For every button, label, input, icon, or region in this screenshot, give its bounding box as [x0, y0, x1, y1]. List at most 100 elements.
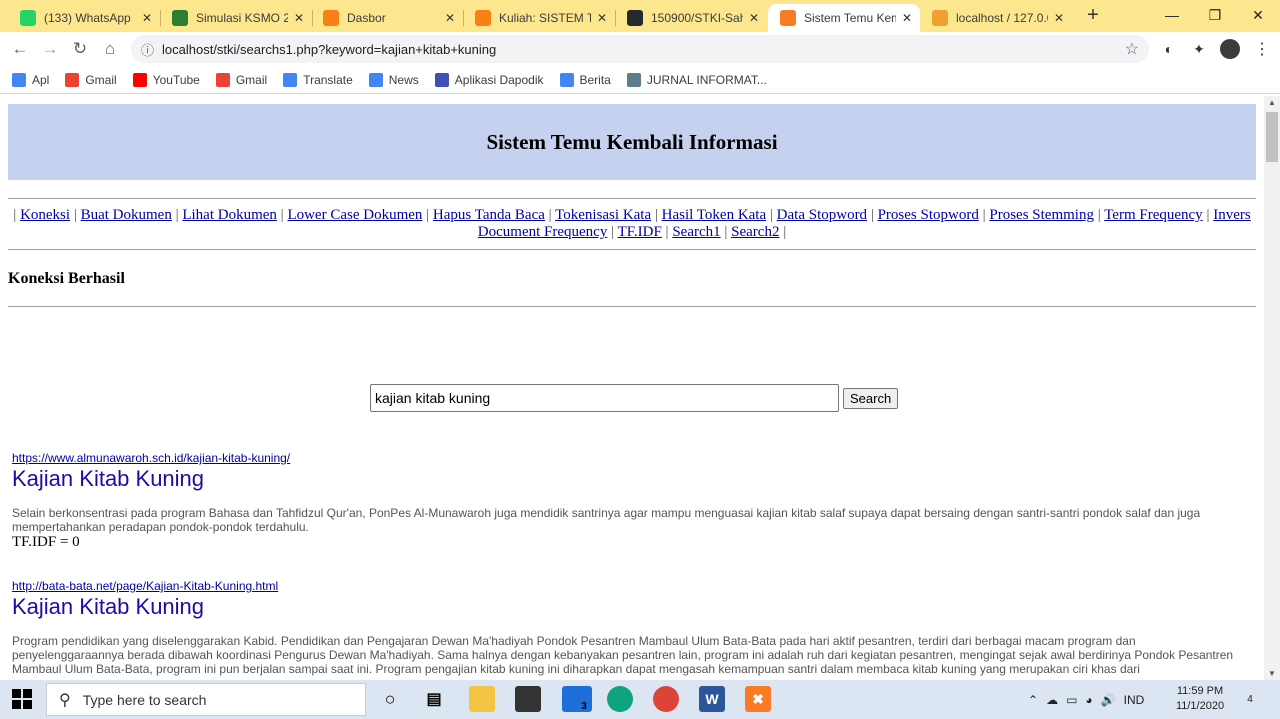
bookmark-label: Berita [579, 72, 611, 87]
task-view-icon[interactable]: ▤ [421, 686, 447, 712]
wifi-icon[interactable]: ◕ [1085, 693, 1092, 707]
bookmark-item[interactable]: Aplikasi Dapodik [434, 72, 544, 87]
nav-link[interactable]: Lower Case Dokumen [287, 207, 422, 223]
nav-link[interactable]: Koneksi [20, 207, 70, 223]
taskbar-clock[interactable]: 11:59 PM 11/1/2020 [1170, 684, 1230, 714]
restore-button[interactable]: ❐ [1201, 4, 1229, 26]
result-url-link[interactable]: http://bata-bata.net/page/Kajian-Kitab-K… [12, 579, 1242, 593]
scrollbar-thumb[interactable] [1266, 112, 1278, 162]
input-language[interactable]: IND [1124, 693, 1145, 707]
result-title: Kajian Kitab Kuning [12, 466, 205, 491]
nav-link[interactable]: Proses Stopword [878, 207, 979, 223]
xampp-icon[interactable]: ✖ [745, 686, 771, 712]
profile-avatar[interactable] [1220, 39, 1240, 59]
tab-title: Sistem Temu Kemb [804, 11, 896, 25]
bookmark-item[interactable]: YouTube [132, 72, 200, 87]
browser-tab[interactable]: (133) WhatsApp ✕ [8, 4, 160, 32]
dark-mode-extension-icon[interactable]: ◐ [1160, 40, 1178, 58]
bookmark-item[interactable]: Apl [12, 72, 49, 87]
close-window-button[interactable]: ✕ [1244, 4, 1272, 26]
address-bar[interactable]: ⓘ localhost/stki/searchs1.php?keyword=ka… [131, 35, 1149, 63]
nav-link[interactable]: Proses Stemming [989, 207, 1094, 223]
page-scrollbar[interactable]: ▲ ▼ [1264, 96, 1280, 680]
close-tab-icon[interactable]: ✕ [445, 11, 455, 25]
bookmark-label: Gmail [85, 72, 117, 87]
cortana-icon[interactable]: ○ [377, 686, 403, 712]
gmail-icon [215, 72, 230, 87]
bookmark-item[interactable]: Berita [559, 72, 611, 87]
translate-icon [283, 72, 298, 87]
notification-center-icon[interactable]: 4 [1240, 689, 1260, 709]
nav-link[interactable]: Lihat Dokumen [182, 207, 277, 223]
bookmark-label: Gmail [235, 72, 268, 87]
tray-overflow-icon[interactable]: ⌃ [1028, 693, 1038, 707]
nav-link[interactable]: Buat Dokumen [81, 207, 172, 223]
site-info-icon[interactable]: ⓘ [141, 40, 154, 59]
nav-link[interactable]: Hapus Tanda Baca [433, 207, 545, 223]
mail-icon[interactable]: 3 [562, 686, 592, 712]
nav-link[interactable]: TF.IDF [618, 224, 662, 240]
bookmark-star-icon[interactable]: ☆ [1125, 39, 1139, 59]
nav-link[interactable]: Tokenisasi Kata [555, 207, 651, 223]
volume-icon[interactable]: 🔊 [1101, 693, 1116, 707]
scroll-down-arrow-icon[interactable]: ▼ [1268, 669, 1276, 678]
bookmark-item[interactable]: News [368, 72, 419, 87]
github-icon [627, 10, 643, 26]
nav-link[interactable]: Term Frequency [1104, 207, 1203, 223]
extensions-puzzle-icon[interactable]: ✦ [1190, 40, 1208, 58]
browser-tab[interactable]: Kuliah: SISTEM TE ✕ [463, 4, 615, 32]
tab-title: (133) WhatsApp [44, 11, 131, 25]
edge-icon[interactable] [607, 686, 633, 712]
back-button[interactable]: ← [8, 37, 32, 61]
school-icon [172, 10, 188, 26]
bookmark-item[interactable]: Gmail [215, 72, 268, 87]
result-url-link[interactable]: https://www.almunawaroh.sch.id/kajian-ki… [12, 451, 1242, 465]
bookmark-label: JURNAL INFORMAT... [646, 72, 767, 87]
close-tab-icon[interactable]: ✕ [294, 11, 304, 25]
search-button[interactable]: Search [843, 387, 899, 409]
word-icon[interactable]: W [699, 686, 725, 712]
bookmark-item[interactable]: JURNAL INFORMAT... [626, 72, 767, 87]
bookmark-item[interactable]: Gmail [65, 72, 117, 87]
close-tab-icon[interactable]: ✕ [749, 11, 759, 25]
minimize-button[interactable]: — [1158, 4, 1186, 26]
apps-grid-icon [12, 72, 26, 87]
tab-title: Simulasi KSMO 20 [196, 11, 288, 25]
tab-title: localhost / 127.0.0 [956, 11, 1048, 25]
close-tab-icon[interactable]: ✕ [1054, 11, 1064, 25]
chrome-menu-icon[interactable]: ⋮ [1254, 39, 1270, 59]
browser-tab[interactable]: Sistem Temu Kemb ✕ [768, 4, 920, 32]
clock-date: 11/1/2020 [1175, 700, 1225, 712]
taskbar-search-box[interactable]: ⚲ Type here to search [46, 683, 366, 716]
chrome-icon[interactable] [653, 686, 679, 712]
onedrive-icon[interactable]: ☁ [1046, 693, 1058, 707]
network-icon [626, 72, 641, 87]
moodle-icon [323, 10, 339, 26]
scroll-up-arrow-icon[interactable]: ▲ [1268, 98, 1276, 107]
close-tab-icon[interactable]: ✕ [142, 11, 152, 25]
browser-tab[interactable]: 150900/STKI-Sahr ✕ [615, 4, 767, 32]
browser-tab[interactable]: localhost / 127.0.0 ✕ [920, 4, 1072, 32]
keyword-search-input[interactable] [370, 384, 839, 412]
store-icon[interactable] [515, 686, 541, 712]
page-viewport: Sistem Temu Kembali Informasi | Koneksi … [0, 96, 1264, 680]
browser-tab[interactable]: Simulasi KSMO 20 ✕ [160, 4, 312, 32]
nav-link[interactable]: Hasil Token Kata [662, 207, 766, 223]
battery-icon[interactable]: ▭ [1066, 693, 1077, 707]
browser-tab[interactable]: Dasbor ✕ [311, 4, 463, 32]
home-button[interactable]: ⌂ [98, 37, 122, 61]
windows-start-button[interactable] [12, 689, 32, 709]
new-tab-button[interactable]: + [1082, 4, 1104, 28]
close-tab-icon[interactable]: ✕ [597, 11, 607, 25]
nav-link[interactable]: Search2 [731, 224, 779, 240]
bookmark-item[interactable]: Translate [283, 72, 353, 87]
reload-button[interactable]: ↻ [68, 37, 92, 61]
close-tab-icon[interactable]: ✕ [902, 11, 912, 25]
nav-link[interactable]: Search1 [672, 224, 720, 240]
file-explorer-icon[interactable] [469, 686, 495, 712]
search-form: Search [370, 384, 899, 412]
nav-link[interactable]: Data Stopword [777, 207, 867, 223]
forward-button[interactable]: → [38, 37, 62, 61]
mail-badge: 3 [581, 700, 587, 712]
news-icon [368, 72, 383, 87]
